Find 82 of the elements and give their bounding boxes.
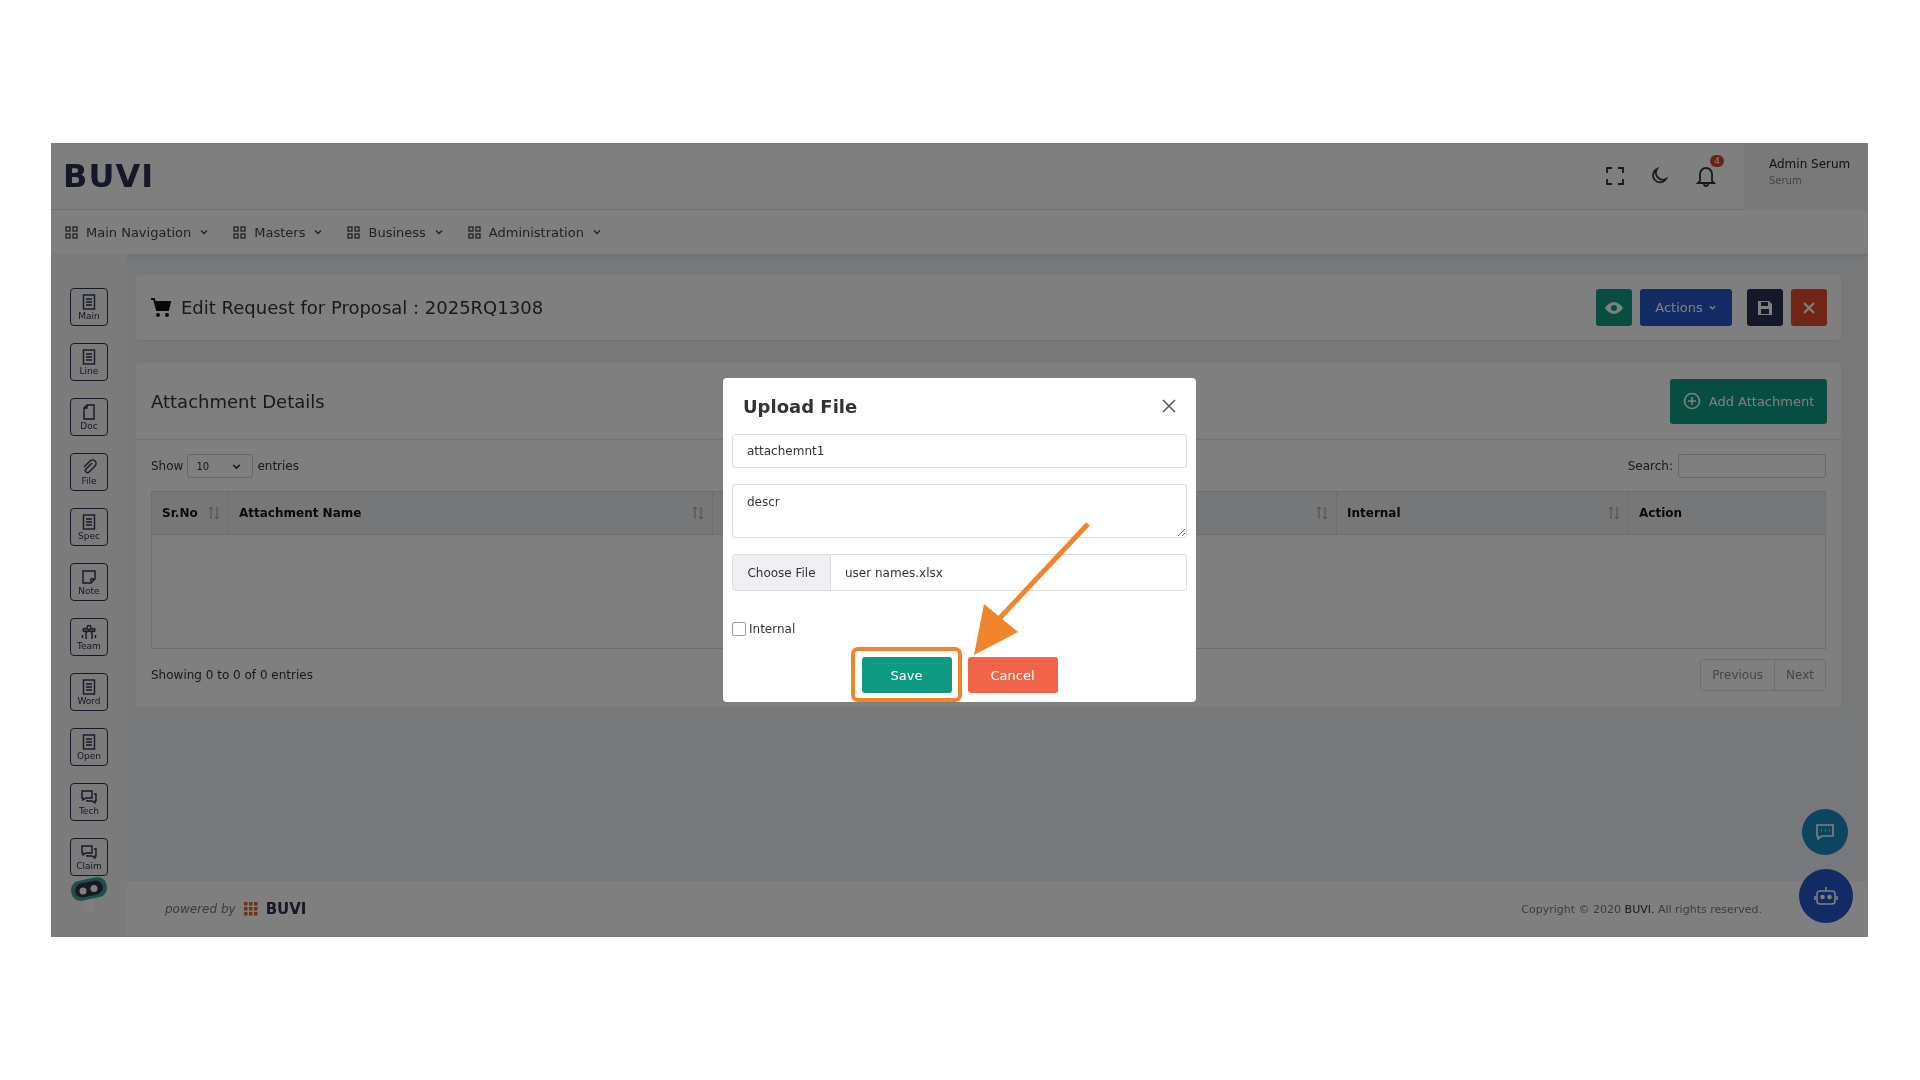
- close-icon: [1802, 300, 1816, 315]
- cancel-button[interactable]: Cancel: [967, 657, 1058, 693]
- save-button[interactable]: [1747, 289, 1783, 326]
- dots-logo-icon: [243, 902, 258, 916]
- list-icon: [81, 733, 97, 750]
- speech-bubble-icon: [1815, 822, 1835, 842]
- list-icon: [81, 293, 97, 310]
- caret-icon: [433, 227, 444, 237]
- brand-logo: BUVI: [265, 900, 307, 918]
- column-header[interactable]: Attachment Name: [239, 506, 362, 520]
- list-icon: [81, 348, 97, 365]
- nav-menu-item[interactable]: Business: [347, 224, 444, 240]
- caret-icon: [591, 227, 602, 237]
- caret-icon: [199, 227, 210, 237]
- sidebar-item[interactable]: Open: [70, 728, 108, 766]
- sort-icon[interactable]: [208, 506, 220, 520]
- team-icon: [81, 623, 97, 640]
- chat-button[interactable]: [1802, 809, 1848, 855]
- close-icon[interactable]: [1162, 399, 1176, 413]
- chat-icon: [81, 788, 97, 805]
- plus-circle-icon: [1682, 392, 1701, 410]
- show-label: Show: [151, 459, 184, 473]
- nav-menu-item[interactable]: Main Navigation: [65, 224, 210, 240]
- grid-icon: [467, 225, 481, 239]
- search-field[interactable]: [1678, 454, 1826, 478]
- sidebar-item[interactable]: Note: [70, 563, 108, 601]
- logo: BUVI: [63, 157, 155, 195]
- notification-badge: 4: [1710, 155, 1724, 167]
- list-icon: [81, 513, 97, 530]
- description-field[interactable]: descr: [732, 484, 1187, 538]
- dialog-title: Upload File: [743, 395, 858, 417]
- entries-label: entries: [257, 459, 299, 473]
- internal-label: Internal: [749, 622, 796, 636]
- close-button[interactable]: [1791, 289, 1827, 326]
- doc-icon: [81, 403, 97, 420]
- eye-icon: [1604, 300, 1624, 315]
- powered-by-text: powered by: [165, 902, 236, 916]
- sidebar-item[interactable]: Team: [70, 618, 108, 656]
- table-info: Showing 0 to 0 of 0 entries: [151, 668, 313, 682]
- pagination-button[interactable]: Previous: [1701, 660, 1776, 690]
- grid-icon: [233, 225, 247, 239]
- sidebar-item[interactable]: Word: [70, 673, 108, 711]
- sidebar-item[interactable]: Tech: [70, 783, 108, 821]
- sidebar-item[interactable]: Doc: [70, 398, 108, 436]
- sidebar-item[interactable]: Claim: [70, 838, 108, 876]
- section-title: Attachment Details: [151, 390, 325, 412]
- chatbot-button[interactable]: [1799, 869, 1853, 923]
- sidebar-item[interactable]: Main: [70, 288, 108, 326]
- sort-icon[interactable]: [692, 506, 704, 520]
- bell-icon[interactable]: [1696, 165, 1716, 187]
- note-icon: [81, 568, 97, 585]
- actions-button[interactable]: Actions: [1640, 289, 1732, 326]
- column-header[interactable]: Action: [1639, 506, 1683, 520]
- sort-icon[interactable]: [1608, 506, 1620, 520]
- caret-icon: [313, 227, 324, 237]
- moon-icon[interactable]: [1650, 166, 1670, 186]
- internal-checkbox[interactable]: [732, 622, 746, 636]
- nav-menu-item[interactable]: Masters: [233, 224, 324, 240]
- grid-icon: [65, 225, 78, 239]
- chat-icon: [81, 843, 97, 860]
- sidebar-item[interactable]: Spec: [70, 508, 108, 546]
- clip-icon: [81, 458, 97, 475]
- nav-menu-item[interactable]: Administration: [467, 224, 602, 240]
- attachment-name-field[interactable]: attachemnt1: [732, 434, 1187, 468]
- column-header[interactable]: Internal: [1347, 506, 1401, 520]
- preview-button[interactable]: [1596, 289, 1632, 326]
- page-title: Edit Request for Proposal : 2025RQ1308: [181, 297, 544, 318]
- file-input[interactable]: Choose File user names.xlsx: [732, 554, 1187, 591]
- sidebar-item[interactable]: File: [70, 453, 108, 491]
- sidebar-item[interactable]: Line: [70, 343, 108, 381]
- page-size-select[interactable]: 10: [187, 454, 254, 478]
- fullscreen-icon[interactable]: [1606, 167, 1624, 185]
- caret-icon: [1707, 303, 1717, 312]
- grid-icon: [347, 225, 361, 239]
- column-header[interactable]: Sr.No: [162, 506, 198, 520]
- search-label: Search:: [1627, 459, 1673, 473]
- list-icon: [81, 678, 97, 695]
- sort-icon[interactable]: [1316, 506, 1328, 520]
- cart-icon: [150, 297, 172, 318]
- add-attachment-button[interactable]: Add Attachment: [1670, 378, 1827, 424]
- copyright-text: Copyright © 2020 BUVI. All rights reserved.: [1521, 902, 1762, 916]
- save-button[interactable]: Save: [861, 657, 952, 693]
